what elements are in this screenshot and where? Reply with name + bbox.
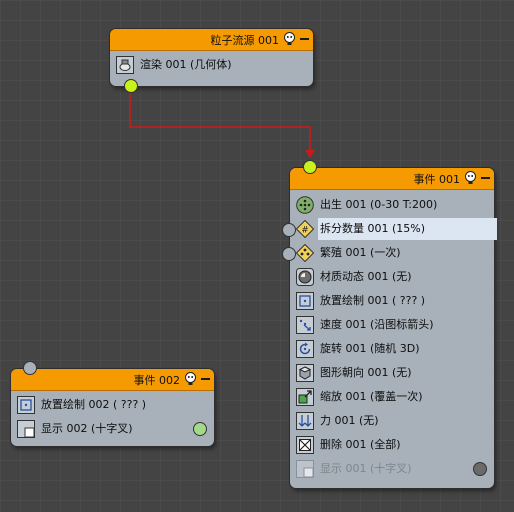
operator-shape-facing[interactable]: 图形朝向 001 (无) (296, 362, 412, 384)
operator-material-dynamic[interactable]: 材质动态 001 (无) (296, 266, 412, 288)
particle-view-canvas[interactable]: 粒子流源 001 渲染 001 (几何体) 事件 001 出生 001 (0-3… (0, 0, 514, 512)
operator-spawn[interactable]: 繁殖 001 (一次) (296, 242, 401, 264)
material-dynamic-icon (296, 268, 314, 286)
operator-label: 图形朝向 001 (无) (320, 366, 412, 379)
operator-speed[interactable]: 速度 001 (沿图标箭头) (296, 314, 434, 336)
lightbulb-icon[interactable] (184, 372, 197, 386)
operator-label: 旋转 001 (随机 3D) (320, 342, 420, 355)
placement-paint-icon (296, 292, 314, 310)
operator-label: 繁殖 001 (一次) (320, 246, 401, 259)
event-001-node[interactable]: 事件 001 出生 001 (0-30 T:200) # 拆分数量 001 (1… (282, 160, 498, 488)
operator-label: 渲染 001 (几何体) (140, 58, 232, 71)
node-header[interactable]: 事件 001 (290, 168, 494, 190)
operator-label: 显示 002 (十字叉) (41, 422, 133, 435)
force-icon (296, 412, 314, 430)
operator-label: 放置绘制 002 ( ??? ) (41, 398, 147, 411)
lightbulb-icon[interactable] (283, 32, 296, 46)
operator-display[interactable]: 显示 002 (十字叉) (17, 418, 133, 440)
operator-label: 删除 001 (全部) (320, 438, 401, 451)
display-icon (17, 420, 35, 438)
operator-delete[interactable]: 删除 001 (全部) (296, 434, 401, 456)
lightbulb-icon[interactable] (464, 171, 477, 185)
speed-icon (296, 316, 314, 334)
operator-display[interactable]: 显示 001 (十字叉) (296, 458, 412, 480)
operator-birth[interactable]: 出生 001 (0-30 T:200) (296, 194, 437, 216)
operator-label: 出生 001 (0-30 T:200) (320, 198, 438, 211)
operator-placement-paint[interactable]: 放置绘制 002 ( ??? ) (17, 394, 146, 416)
display-color-swatch[interactable] (473, 462, 487, 476)
test-output-port[interactable] (282, 223, 296, 237)
birth-icon (296, 196, 314, 214)
rotation-icon (296, 340, 314, 358)
minimize-icon[interactable] (300, 38, 309, 40)
scale-icon (296, 388, 314, 406)
node-header[interactable]: 粒子流源 001 (110, 29, 313, 51)
operator-label: 力 001 (无) (320, 414, 379, 427)
input-port[interactable] (303, 160, 317, 174)
node-title: 事件 002 (133, 374, 181, 387)
operator-label: 拆分数量 001 (15%) (318, 218, 498, 240)
node-header[interactable]: 事件 002 (11, 369, 214, 391)
operator-render[interactable]: 渲染 001 (几何体) (116, 54, 232, 76)
operator-placement-paint[interactable]: 放置绘制 001 ( ??? ) (296, 290, 425, 312)
operator-rotation[interactable]: 旋转 001 (随机 3D) (296, 338, 420, 360)
event-002-node[interactable]: 事件 002 放置绘制 002 ( ??? ) 显示 002 (十字叉) (11, 361, 214, 446)
output-port[interactable] (124, 79, 138, 93)
display-icon (296, 460, 314, 478)
node-title: 事件 001 (413, 173, 461, 186)
svg-text:#: # (301, 226, 309, 236)
split-amount-icon: # (296, 220, 314, 238)
display-color-swatch[interactable] (193, 422, 207, 436)
operator-split-amount[interactable]: # 拆分数量 001 (15%) (296, 218, 498, 240)
minimize-icon[interactable] (201, 378, 210, 380)
input-port[interactable] (23, 361, 37, 375)
operator-label: 缩放 001 (覆盖一次) (320, 390, 423, 403)
operator-scale[interactable]: 缩放 001 (覆盖一次) (296, 386, 423, 408)
operator-label: 速度 001 (沿图标箭头) (320, 318, 434, 331)
node-title: 粒子流源 001 (210, 34, 280, 47)
placement-paint-icon (17, 396, 35, 414)
test-output-port[interactable] (282, 247, 296, 261)
particle-source-node[interactable]: 粒子流源 001 渲染 001 (几何体) (110, 29, 313, 93)
operator-force[interactable]: 力 001 (无) (296, 410, 379, 432)
minimize-icon[interactable] (481, 177, 490, 179)
delete-icon (296, 436, 314, 454)
operator-label: 材质动态 001 (无) (320, 270, 412, 283)
spawn-icon (296, 244, 314, 262)
render-teapot-icon (116, 56, 134, 74)
operator-label: 放置绘制 001 ( ??? ) (320, 294, 426, 307)
shape-facing-icon (296, 364, 314, 382)
operator-label: 显示 001 (十字叉) (320, 462, 412, 475)
